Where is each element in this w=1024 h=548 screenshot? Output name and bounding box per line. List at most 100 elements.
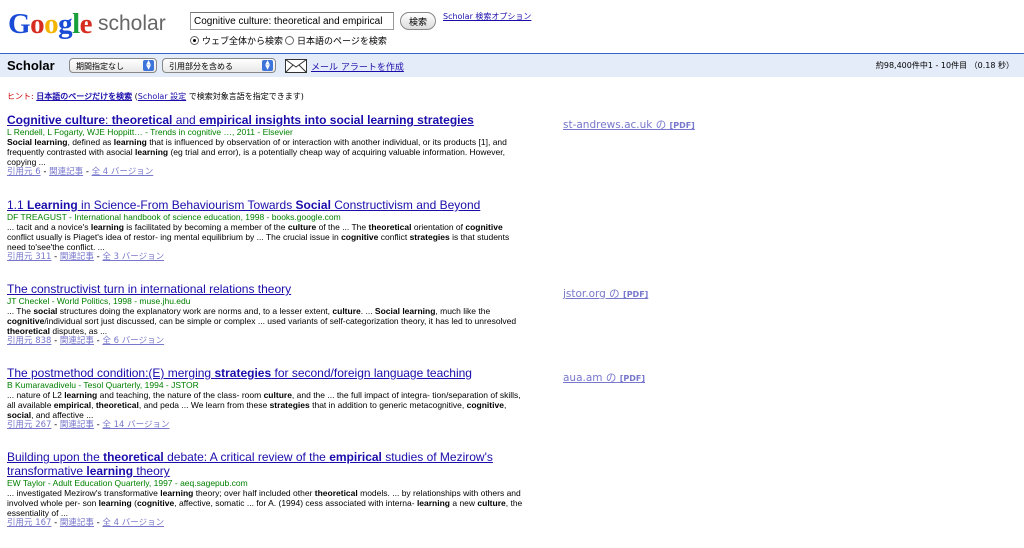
japanese-only-link[interactable]: 日本語のページだけを検索 (36, 92, 132, 101)
result-item: 1.1 Learning in Science-From Behaviouris… (7, 198, 527, 263)
result-title-link[interactable]: Cognitive culture: theoretical and empir… (7, 113, 527, 127)
result-stats: 約98,400件中1 - 10件目 （0.18 秒） (875, 61, 1014, 70)
result-snippet-segment: culture (477, 498, 506, 508)
result-title-segment: and (172, 113, 200, 127)
result-snippet-segment: , (503, 400, 507, 410)
cited-by-link[interactable]: 引用元 6 (7, 167, 41, 177)
result-title-segment: Social (295, 198, 331, 212)
result-meta: JT Checkel - World Politics, 1998 - muse… (7, 296, 191, 306)
cited-by-link[interactable]: 引用元 267 (7, 420, 51, 430)
result-snippet-segment: a new (450, 498, 478, 508)
google-scholar-logo[interactable]: Google scholar (8, 6, 166, 42)
result-snippet-segment: cognitive (465, 222, 503, 232)
pdf-source-link[interactable]: jstor.org の [PDF] (563, 286, 648, 301)
related-articles-link[interactable]: 関連記事 (60, 518, 94, 528)
result-snippet-segment: theoretical (7, 326, 50, 336)
search-button[interactable]: 検索 (400, 12, 436, 30)
result-snippet-segment: structures doing the explanatory work ar… (57, 306, 333, 316)
result-snippet-segment: theoretical (314, 488, 358, 498)
cited-by-link[interactable]: 引用元 167 (7, 518, 51, 528)
cited-by-link[interactable]: 引用元 838 (7, 336, 51, 346)
result-snippet-segment: learning (98, 498, 132, 508)
hint-label: ヒント: (7, 92, 34, 101)
result-title-link[interactable]: The constructivist turn in international… (7, 282, 527, 296)
result-snippet-segment: , much like the (435, 306, 491, 316)
result-title-link[interactable]: The postmethod condition:(E) merging str… (7, 366, 527, 380)
result-snippet-segment: theoretical (95, 400, 139, 410)
all-versions-link[interactable]: 全 6 バージョン (102, 336, 164, 346)
result-snippet-segment: that in addition to generic metacognitiv… (309, 400, 467, 410)
result-snippet-segment: ... The (7, 306, 34, 316)
result-snippet-segment: conflict usually is Piaget's idea of res… (7, 232, 342, 242)
result-snippet-segment: Social learning (7, 137, 68, 147)
scholar-search-options-link[interactable]: Scholar 検索オプション (443, 11, 531, 22)
pdf-source-domain: aua.am の (563, 372, 617, 384)
result-snippet: ... tacit and a novice's learning is fac… (7, 222, 527, 252)
result-snippet-segment: social (7, 410, 32, 420)
result-snippet-segment: culture (287, 222, 317, 232)
result-snippet-segment: cognitive (466, 400, 504, 410)
result-item: The constructivist turn in international… (7, 282, 527, 347)
result-title-segment: theory (133, 464, 170, 478)
result-item: The postmethod condition:(E) merging str… (7, 366, 527, 431)
scope-japanese-label[interactable]: 日本語のページを検索 (297, 34, 387, 47)
citation-value: 引用部分を含める (169, 62, 233, 71)
result-snippet: ... The social structures doing the expl… (7, 306, 527, 336)
create-email-alert-link[interactable]: メール アラートを作成 (311, 60, 404, 73)
cited-by-link[interactable]: 引用元 311 (7, 252, 51, 262)
related-articles-link[interactable]: 関連記事 (60, 252, 94, 262)
result-snippet-segment: learning (135, 147, 169, 157)
pdf-source-link[interactable]: st-andrews.ac.uk の [PDF] (563, 117, 695, 132)
result-title-segment: Constructivism and Beyond (330, 198, 481, 212)
scope-japanese-radio[interactable] (285, 36, 295, 45)
result-snippet: ... investigated Mezirow's transformativ… (7, 488, 527, 518)
result-snippet-segment: ... investigated Mezirow's transformativ… (7, 488, 161, 498)
updown-arrows-icon: ▲ ▼ (262, 60, 273, 71)
scope-web-label[interactable]: ウェブ全体から検索 (202, 34, 283, 47)
links-separator: - (40, 167, 50, 177)
pdf-tag: [PDF] (669, 121, 695, 130)
citation-select[interactable]: 引用部分を含める ▲ ▼ (162, 58, 276, 73)
envelope-icon[interactable] (285, 59, 307, 73)
result-meta: B Kumaravadivelu - Tesol Quarterly, 1994… (7, 380, 199, 390)
result-title-segment: The postmethod condition:(E) merging (7, 366, 215, 380)
result-links: 引用元 6 - 関連記事 - 全 4 バージョン (7, 167, 527, 178)
scholar-toolbar: Scholar 期間指定なし ▲ ▼ 引用部分を含める ▲ ▼ メール アラートを作… (0, 53, 1024, 77)
result-snippet-segment: orientation of (411, 222, 466, 232)
result-snippet-segment: /individual sort just discussed, can be … (44, 316, 517, 326)
result-snippet-segment: learning (64, 390, 98, 400)
result-snippet-segment: social (33, 306, 58, 316)
related-articles-link[interactable]: 関連記事 (49, 167, 83, 177)
result-snippet-segment: theoretical (368, 222, 412, 232)
result-item: Building upon the theoretical debate: A … (7, 450, 527, 529)
links-separator: - (51, 420, 60, 430)
result-title-segment: for second/foreign language teaching (271, 366, 472, 380)
pdf-source-domain: jstor.org の (563, 288, 620, 300)
logo-google: Google (8, 8, 93, 40)
result-snippet-segment: theory; over half included other (193, 488, 315, 498)
links-separator: - (51, 336, 60, 346)
pdf-source-link[interactable]: aua.am の [PDF] (563, 370, 645, 385)
result-title-link[interactable]: Building upon the theoretical debate: A … (7, 450, 527, 478)
result-title-segment: empirical insights into social learning … (199, 113, 474, 127)
related-articles-link[interactable]: 関連記事 (60, 336, 94, 346)
scholar-settings-link[interactable]: Scholar 設定 (138, 92, 186, 101)
links-separator: - (51, 252, 60, 262)
all-versions-link[interactable]: 全 4 バージョン (92, 167, 154, 177)
result-title-segment: Building upon the (7, 450, 104, 464)
date-range-select[interactable]: 期間指定なし ▲ ▼ (69, 58, 157, 73)
all-versions-link[interactable]: 全 4 バージョン (102, 518, 164, 528)
result-snippet-segment: learning (113, 137, 147, 147)
result-snippet-segment: strategies (269, 400, 310, 410)
result-title-link[interactable]: 1.1 Learning in Science-From Behaviouris… (7, 198, 527, 212)
related-articles-link[interactable]: 関連記事 (60, 420, 94, 430)
scope-web-radio[interactable] (190, 36, 199, 45)
result-snippet: ... nature of L2 learning and teaching, … (7, 390, 527, 420)
result-snippet-segment: cognitive (341, 232, 379, 242)
result-meta: DF TREAGUST - International handbook of … (7, 212, 341, 222)
result-title-segment: The constructivist turn in international… (7, 282, 292, 296)
search-input[interactable] (190, 12, 394, 30)
result-title-segment: theoretical (111, 113, 173, 127)
all-versions-link[interactable]: 全 14 バージョン (102, 420, 169, 430)
all-versions-link[interactable]: 全 3 バージョン (102, 252, 164, 262)
